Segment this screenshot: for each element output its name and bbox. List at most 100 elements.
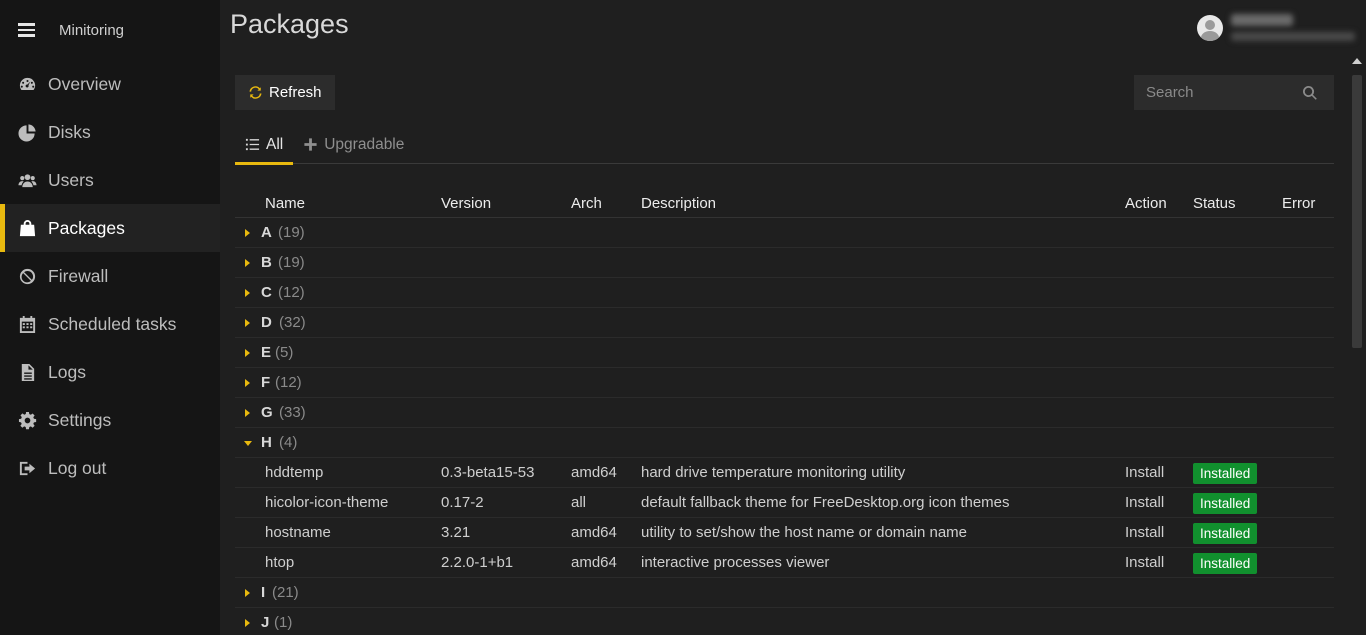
list-icon xyxy=(245,138,260,151)
group-count: (12) xyxy=(275,374,302,391)
sidebar-item-label: Disks xyxy=(48,121,91,142)
package-description: utility to set/show the host name or dom… xyxy=(641,524,968,541)
group-row-j[interactable]: J (1) xyxy=(235,608,1334,635)
calendar-icon xyxy=(17,314,37,334)
group-row-b[interactable]: B (19) xyxy=(235,248,1334,278)
status-badge: Installed xyxy=(1193,493,1258,514)
column-header-arch[interactable]: Arch xyxy=(571,195,602,212)
sidebar-item-disks[interactable]: Disks xyxy=(0,108,220,156)
column-header-status[interactable]: Status xyxy=(1193,195,1236,212)
sidebar-item-label: Settings xyxy=(48,409,112,430)
group-row-c[interactable]: C (12) xyxy=(235,278,1334,308)
search-icon[interactable] xyxy=(1302,85,1318,101)
caret-right-icon xyxy=(245,589,250,597)
brand: Minitoring xyxy=(0,0,220,60)
sidebar-item-overview[interactable]: Overview xyxy=(0,60,220,108)
group-row-e[interactable]: E (5) xyxy=(235,338,1334,368)
group-count: (19) xyxy=(278,254,305,271)
users-icon xyxy=(17,170,37,190)
search-input[interactable] xyxy=(1134,84,1294,101)
app-name: Minitoring xyxy=(59,21,125,39)
caret-down-icon xyxy=(244,441,252,446)
caret-right-icon xyxy=(245,619,250,627)
status-badge: Installed xyxy=(1193,553,1258,574)
sidebar-item-label: Packages xyxy=(48,217,125,238)
page-title: Packages xyxy=(230,9,349,39)
group-count: (4) xyxy=(279,434,298,451)
hamburger-menu-icon[interactable] xyxy=(18,23,35,37)
status-badge: Installed xyxy=(1193,523,1258,544)
group-count: (32) xyxy=(279,314,306,331)
sidebar-item-logout[interactable]: Log out xyxy=(0,444,220,492)
ban-icon xyxy=(17,266,37,286)
column-header-description[interactable]: Description xyxy=(641,195,716,212)
gear-icon xyxy=(17,410,37,430)
caret-right-icon xyxy=(245,409,250,417)
group-letter: C xyxy=(261,284,272,301)
group-row-d[interactable]: D (32) xyxy=(235,308,1334,338)
user-menu[interactable] xyxy=(1197,14,1355,41)
group-letter: D xyxy=(261,314,272,331)
package-version: 2.2.0-1+b1 xyxy=(441,554,514,571)
tab-upgradable[interactable]: Upgradable xyxy=(293,125,414,164)
package-name: hostname xyxy=(265,524,331,541)
sidebar-item-label: Overview xyxy=(48,73,121,94)
sidebar-item-label: Users xyxy=(48,169,94,190)
column-header-action[interactable]: Action xyxy=(1125,195,1167,212)
table-row[interactable]: hostname 3.21 amd64 utility to set/show … xyxy=(235,518,1334,548)
tab-bar: All Upgradable xyxy=(235,125,1334,165)
caret-right-icon xyxy=(245,229,250,237)
packages-table: Name Version Arch Description Action Sta… xyxy=(235,187,1334,635)
group-count: (19) xyxy=(278,224,305,241)
scrollbar-thumb[interactable] xyxy=(1352,75,1362,348)
sidebar-item-users[interactable]: Users xyxy=(0,156,220,204)
package-action: Install xyxy=(1125,494,1165,511)
pie-chart-icon xyxy=(17,122,37,142)
group-row-i[interactable]: I (21) xyxy=(235,578,1334,608)
group-letter: J xyxy=(261,614,270,631)
group-row-f[interactable]: F (12) xyxy=(235,368,1334,398)
group-row-a[interactable]: A (19) xyxy=(235,218,1334,248)
group-row-h[interactable]: H (4) xyxy=(235,428,1334,458)
user-info-redacted xyxy=(1231,14,1355,41)
sidebar-item-firewall[interactable]: Firewall xyxy=(0,252,220,300)
package-version: 3.21 xyxy=(441,524,471,541)
sidebar-item-packages[interactable]: Packages xyxy=(0,204,220,252)
sidebar-item-logs[interactable]: Logs xyxy=(0,348,220,396)
table-row[interactable]: htop 2.2.0-1+b1 amd64 interactive proces… xyxy=(235,548,1334,578)
sidebar: Minitoring Overview Disks Users Packages… xyxy=(0,0,220,635)
main-content: Packages Refresh All Upgradable Name Ver… xyxy=(220,0,1366,635)
shopping-bag-icon xyxy=(17,218,37,238)
sidebar-item-label: Logs xyxy=(48,361,86,382)
package-arch: amd64 xyxy=(571,464,617,481)
tab-label: All xyxy=(266,135,284,153)
package-description: hard drive temperature monitoring utilit… xyxy=(641,464,906,481)
scrollbar[interactable] xyxy=(1348,55,1366,635)
search-box xyxy=(1134,75,1334,110)
sidebar-item-scheduled-tasks[interactable]: Scheduled tasks xyxy=(0,300,220,348)
group-count: (1) xyxy=(274,614,293,631)
caret-right-icon xyxy=(245,379,250,387)
table-row[interactable]: hicolor-icon-theme 0.17-2 all default fa… xyxy=(235,488,1334,518)
tab-all[interactable]: All xyxy=(235,125,294,165)
avatar[interactable] xyxy=(1197,14,1223,41)
caret-right-icon xyxy=(245,259,250,267)
group-letter: A xyxy=(261,224,272,241)
sidebar-item-settings[interactable]: Settings xyxy=(0,396,220,444)
table-row[interactable]: hddtemp 0.3-beta15-53 amd64 hard drive t… xyxy=(235,458,1334,488)
refresh-button[interactable]: Refresh xyxy=(235,75,335,110)
group-count: (21) xyxy=(272,584,299,601)
column-header-version[interactable]: Version xyxy=(441,195,491,212)
package-description: interactive processes viewer xyxy=(641,554,830,571)
group-count: (5) xyxy=(275,344,294,361)
package-action: Install xyxy=(1125,464,1165,481)
column-header-error[interactable]: Error xyxy=(1282,195,1315,212)
group-row-g[interactable]: G (33) xyxy=(235,398,1334,428)
column-header-name[interactable]: Name xyxy=(265,195,305,212)
package-name: htop xyxy=(265,554,295,571)
caret-right-icon xyxy=(245,349,250,357)
sidebar-item-label: Log out xyxy=(48,457,107,478)
group-letter: E xyxy=(261,344,272,361)
scroll-up-arrow-icon[interactable] xyxy=(1352,58,1362,64)
sign-out-icon xyxy=(17,458,37,478)
